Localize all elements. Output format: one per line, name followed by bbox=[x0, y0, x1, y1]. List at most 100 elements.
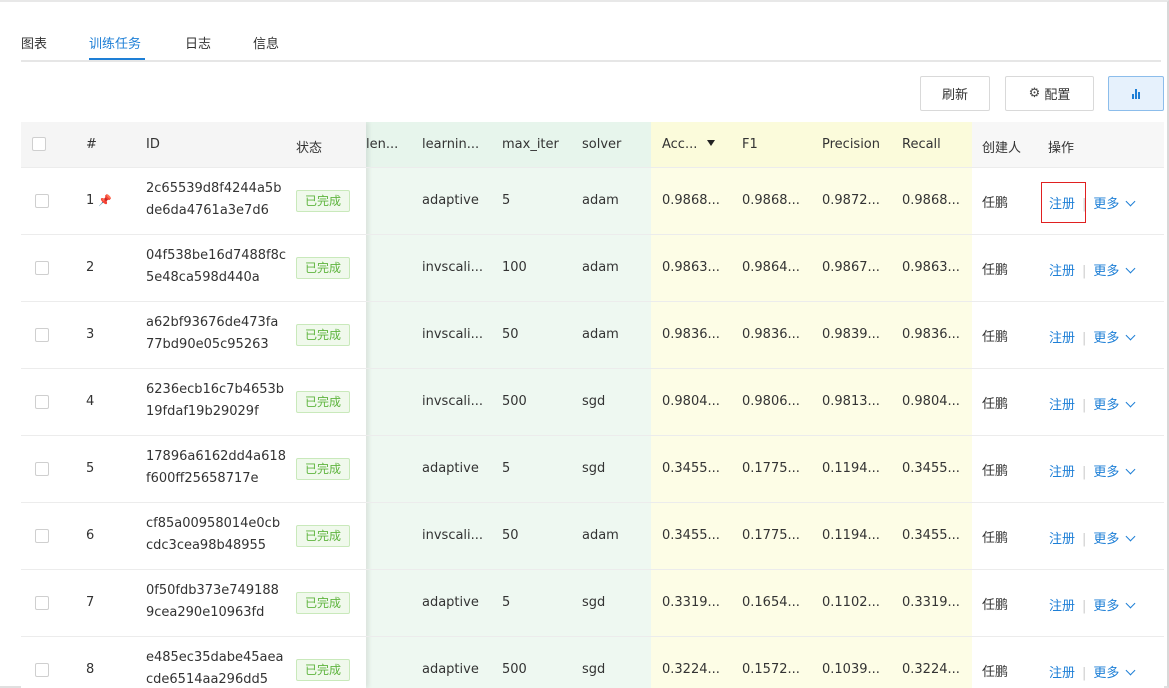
action-separator: | bbox=[1082, 665, 1087, 681]
header-status[interactable]: 状态 bbox=[296, 137, 322, 156]
more-dropdown[interactable]: 更多 bbox=[1093, 196, 1136, 212]
run-id[interactable]: 0f50fdb373e749188 9cea290e10963fd bbox=[146, 580, 279, 624]
select-all-checkbox[interactable] bbox=[32, 137, 46, 151]
pin-icon[interactable]: 📌 bbox=[98, 194, 112, 207]
header-creator: 创建人 bbox=[982, 141, 1022, 156]
sort-desc-icon[interactable] bbox=[707, 140, 716, 146]
tab-logs[interactable]: 日志 bbox=[185, 33, 211, 52]
chevron-down-icon bbox=[1125, 263, 1136, 273]
more-dropdown[interactable]: 更多 bbox=[1093, 531, 1136, 547]
creator-value: 任鹏 bbox=[982, 597, 1009, 613]
learning-rate-value: adaptive bbox=[422, 661, 479, 677]
row-index-value: 5 bbox=[86, 460, 95, 476]
run-id[interactable]: 2c65539d8f4244a5b de6da4761a3e7d6 bbox=[146, 178, 281, 222]
more-dropdown[interactable]: 更多 bbox=[1093, 665, 1136, 681]
accuracy-value: 0.3224... bbox=[662, 661, 720, 677]
row-index-value: 3 bbox=[86, 326, 95, 342]
more-dropdown[interactable]: 更多 bbox=[1093, 397, 1136, 413]
register-link[interactable]: 注册 bbox=[1049, 264, 1075, 279]
run-id[interactable]: a62bf93676de473fa 77bd90e05c95263 bbox=[146, 312, 278, 356]
run-id[interactable]: cf85a00958014e0cb cdc3cea98b48955 bbox=[146, 513, 280, 557]
run-id-line2: 77bd90e05c95263 bbox=[146, 336, 269, 352]
row-checkbox[interactable] bbox=[35, 595, 49, 610]
row-checkbox[interactable] bbox=[35, 394, 49, 409]
precision-value: 0.9867... bbox=[822, 259, 880, 275]
f1-value: 0.9806... bbox=[742, 393, 800, 409]
row-divider bbox=[21, 569, 1164, 570]
more-label: 更多 bbox=[1093, 598, 1120, 614]
row-checkbox[interactable] bbox=[35, 461, 49, 476]
header-recall[interactable]: Recall bbox=[902, 137, 941, 152]
row-checkbox[interactable] bbox=[35, 662, 49, 677]
register-link[interactable]: 注册 bbox=[1049, 331, 1075, 346]
register-link[interactable]: 注册 bbox=[1049, 532, 1075, 547]
register-link[interactable]: 注册 bbox=[1049, 599, 1075, 614]
tab-training-tasks[interactable]: 训练任务 bbox=[89, 33, 141, 52]
run-id-line1: 6236ecb16c7b4653b bbox=[146, 381, 285, 397]
row-divider bbox=[21, 368, 1164, 369]
status-badge: 已完成 bbox=[296, 457, 351, 480]
f1-value: 0.9836... bbox=[742, 326, 800, 342]
register-link[interactable]: 注册 bbox=[1049, 398, 1075, 413]
run-id-line2: cde6514aa296dd5 bbox=[146, 671, 269, 687]
learning-rate-value: invscali... bbox=[422, 326, 484, 342]
register-link[interactable]: 注册 bbox=[1049, 666, 1075, 681]
header-max-iter[interactable]: max_iter bbox=[502, 137, 559, 152]
f1-value: 0.1775... bbox=[742, 527, 800, 543]
refresh-button-label: 刷新 bbox=[941, 88, 968, 103]
row-index: 8 bbox=[86, 662, 94, 677]
config-button[interactable]: ⚙ 配置 bbox=[1005, 76, 1094, 111]
precision-value: 0.1194... bbox=[822, 527, 880, 543]
row-checkbox[interactable] bbox=[35, 327, 49, 342]
run-id[interactable]: 04f538be16d7488f8c 5e48ca598d440a bbox=[146, 245, 286, 289]
creator-value: 任鹏 bbox=[982, 463, 1009, 479]
row-index: 3 bbox=[86, 327, 94, 342]
run-id[interactable]: 6236ecb16c7b4653b 19fdaf19b29029f bbox=[146, 379, 284, 423]
more-label: 更多 bbox=[1093, 397, 1120, 413]
run-id[interactable]: e485ec35dabe45aea cde6514aa296dd5 bbox=[146, 647, 283, 688]
row-index: 5 bbox=[86, 461, 94, 476]
row-index: 6 bbox=[86, 528, 94, 543]
header-accuracy[interactable]: Acc... bbox=[662, 137, 716, 152]
learning-rate-value: invscali... bbox=[422, 393, 484, 409]
header-precision[interactable]: Precision bbox=[822, 137, 880, 152]
more-dropdown[interactable]: 更多 bbox=[1093, 263, 1136, 279]
header-len[interactable]: len... bbox=[366, 137, 406, 152]
more-label: 更多 bbox=[1093, 531, 1120, 547]
action-separator: | bbox=[1082, 397, 1087, 413]
header-f1[interactable]: F1 bbox=[742, 137, 758, 152]
row-actions: 注册 | 更多 bbox=[1049, 260, 1136, 279]
run-id[interactable]: 17896a6162dd4a618 f600ff25658717e bbox=[146, 446, 286, 490]
register-link[interactable]: 注册 bbox=[1049, 465, 1075, 480]
max-iter-value: 50 bbox=[502, 326, 519, 342]
f1-value: 0.1572... bbox=[742, 661, 800, 677]
refresh-button[interactable]: 刷新 bbox=[920, 76, 990, 111]
precision-value: 0.9813... bbox=[822, 393, 880, 409]
run-id-line1: 17896a6162dd4a618 bbox=[146, 448, 286, 464]
f1-value: 0.1654... bbox=[742, 594, 800, 610]
more-dropdown[interactable]: 更多 bbox=[1093, 598, 1136, 614]
more-dropdown[interactable]: 更多 bbox=[1093, 330, 1136, 346]
run-id-line2: f600ff25658717e bbox=[146, 470, 259, 486]
header-id[interactable]: ID bbox=[146, 137, 160, 152]
status-badge: 已完成 bbox=[296, 658, 351, 681]
creator-value: 任鹏 bbox=[982, 396, 1009, 412]
row-checkbox[interactable] bbox=[35, 260, 49, 275]
more-dropdown[interactable]: 更多 bbox=[1093, 464, 1136, 480]
row-divider bbox=[21, 234, 1164, 235]
recall-value: 0.3455... bbox=[902, 527, 960, 543]
solver-value: adam bbox=[582, 326, 619, 342]
header-solver[interactable]: solver bbox=[582, 137, 621, 152]
accuracy-value: 0.9863... bbox=[662, 259, 720, 275]
tab-charts[interactable]: 图表 bbox=[21, 33, 47, 52]
status-badge: 已完成 bbox=[296, 256, 351, 279]
header-learning-rate[interactable]: learnin... bbox=[422, 137, 479, 152]
creator-value: 任鹏 bbox=[982, 664, 1009, 680]
accuracy-value: 0.3319... bbox=[662, 594, 720, 610]
chart-view-button[interactable] bbox=[1108, 76, 1164, 111]
row-divider bbox=[21, 502, 1164, 503]
row-checkbox[interactable] bbox=[35, 193, 49, 208]
tab-info[interactable]: 信息 bbox=[253, 33, 279, 52]
precision-value: 0.9839... bbox=[822, 326, 880, 342]
row-checkbox[interactable] bbox=[35, 528, 49, 543]
